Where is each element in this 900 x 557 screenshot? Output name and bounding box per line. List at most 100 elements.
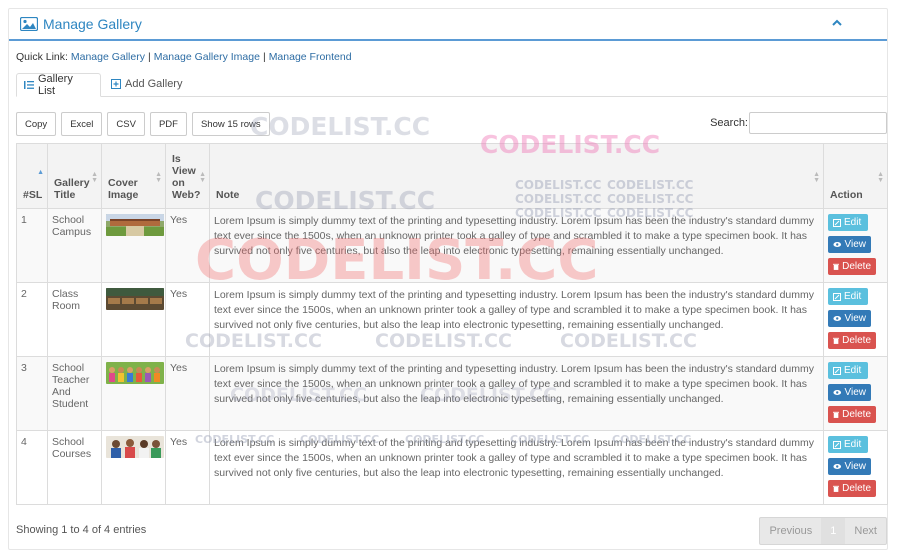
cell-cover xyxy=(101,430,166,505)
cell-view: Yes xyxy=(165,282,210,357)
tab-add-gallery[interactable]: Add Gallery xyxy=(104,73,189,95)
edit-icon xyxy=(833,440,841,449)
cover-image-campus xyxy=(106,214,164,236)
delete-button[interactable]: Delete xyxy=(828,258,876,275)
manage-gallery-panel: Manage Gallery Quick Link: Manage Galler… xyxy=(8,8,888,550)
copy-button[interactable]: Copy xyxy=(16,112,57,136)
panel-title: Manage Gallery xyxy=(43,16,142,32)
cell-title: Class Room xyxy=(47,282,102,357)
cell-note: Lorem Ipsum is simply dummy text of the … xyxy=(209,282,824,357)
cell-cover xyxy=(101,282,166,357)
cell-cover xyxy=(101,208,166,283)
quick-link-manage-frontend[interactable]: Manage Frontend xyxy=(269,51,352,63)
trash-icon xyxy=(833,337,840,344)
quick-link-separator: | xyxy=(262,51,266,63)
pdf-button[interactable]: PDF xyxy=(149,112,187,136)
quick-link-separator: | xyxy=(147,51,151,63)
cell-sl: 2 xyxy=(16,282,48,357)
cell-cover xyxy=(101,356,166,431)
previous-button[interactable]: Previous xyxy=(760,518,821,544)
eye-icon xyxy=(833,241,842,248)
cell-action: Edit View Delete xyxy=(823,208,888,283)
edit-button[interactable]: Edit xyxy=(828,288,868,305)
cell-note: Lorem Ipsum is simply dummy text of the … xyxy=(209,356,824,431)
gallery-table: #SL ▲ Gallery Title ▲ ▼ Cover Image ▲ ▼ Is Vi… xyxy=(16,143,888,505)
column-header-cover[interactable]: Cover Image ▲ ▼ xyxy=(101,143,166,209)
search-area: Search: xyxy=(710,112,887,134)
edit-button[interactable]: Edit xyxy=(828,362,868,379)
sort-asc-icon: ▲ xyxy=(37,169,44,176)
csv-button[interactable]: CSV xyxy=(107,112,145,136)
sort-icon: ▲ ▼ xyxy=(877,171,884,184)
column-header-view[interactable]: Is View on Web? ▲ ▼ xyxy=(165,143,210,209)
table-info: Showing 1 to 4 of 4 entries xyxy=(16,524,147,536)
eye-icon xyxy=(833,389,842,396)
view-button[interactable]: View xyxy=(828,458,871,475)
edit-button[interactable]: Edit xyxy=(828,214,868,231)
cell-view: Yes xyxy=(165,208,210,283)
tab-label: Add Gallery xyxy=(125,78,183,90)
cell-note: Lorem Ipsum is simply dummy text of the … xyxy=(209,208,824,283)
column-header-title[interactable]: Gallery Title ▲ ▼ xyxy=(47,143,102,209)
sort-icon: ▲ ▼ xyxy=(155,171,162,184)
tab-bar: Gallery List Add Gallery xyxy=(16,73,887,97)
trash-icon xyxy=(833,485,840,492)
quick-links: Quick Link: Manage Gallery | Manage Galler… xyxy=(16,51,352,63)
edit-icon xyxy=(833,366,841,375)
panel-header: Manage Gallery xyxy=(9,9,887,41)
next-button[interactable]: Next xyxy=(845,518,886,544)
page-button-1[interactable]: 1 xyxy=(821,518,846,544)
cover-image-classroom xyxy=(106,288,164,310)
chevron-up-icon[interactable] xyxy=(831,17,843,29)
trash-icon xyxy=(833,411,840,418)
cover-image-courses xyxy=(106,436,164,458)
cell-title: School Courses xyxy=(47,430,102,505)
image-icon xyxy=(20,17,38,31)
sort-icon: ▲ ▼ xyxy=(199,171,206,184)
quick-link-manage-gallery[interactable]: Manage Gallery xyxy=(71,51,145,63)
table-row: 3 School Teacher And Student Yes Lorem I… xyxy=(16,356,888,431)
trash-icon xyxy=(833,263,840,270)
sort-icon: ▲ ▼ xyxy=(91,171,98,184)
sort-icon: ▲ ▼ xyxy=(813,171,820,184)
table-header-row: #SL ▲ Gallery Title ▲ ▼ Cover Image ▲ ▼ Is Vi… xyxy=(16,143,888,209)
edit-icon xyxy=(833,292,841,301)
cell-action: Edit View Delete xyxy=(823,356,888,431)
cell-note: Lorem Ipsum is simply dummy text of the … xyxy=(209,430,824,505)
table-row: 2 Class Room Yes Lorem Ipsum is simply d… xyxy=(16,282,888,357)
cell-sl: 4 xyxy=(16,430,48,505)
quick-link-manage-gallery-image[interactable]: Manage Gallery Image xyxy=(154,51,260,63)
view-button[interactable]: View xyxy=(828,310,871,327)
eye-icon xyxy=(833,315,842,322)
edit-icon xyxy=(833,218,841,227)
delete-button[interactable]: Delete xyxy=(828,332,876,349)
search-label: Search: xyxy=(710,117,748,129)
cell-sl: 1 xyxy=(16,208,48,283)
export-buttons: Copy Excel CSV PDF Show 15 rows xyxy=(16,112,275,136)
cell-title: School Teacher And Student xyxy=(47,356,102,431)
tab-gallery-list[interactable]: Gallery List xyxy=(16,73,101,97)
show-rows-button[interactable]: Show 15 rows xyxy=(191,112,270,136)
plus-square-icon xyxy=(111,79,121,89)
cell-sl: 3 xyxy=(16,356,48,431)
edit-button[interactable]: Edit xyxy=(828,436,868,453)
search-input[interactable] xyxy=(749,112,887,134)
quick-link-label: Quick Link: xyxy=(16,51,68,63)
cover-image-teacher-student xyxy=(106,362,164,384)
cell-action: Edit View Delete xyxy=(823,282,888,357)
column-header-sl[interactable]: #SL ▲ xyxy=(16,143,48,209)
delete-button[interactable]: Delete xyxy=(828,480,876,497)
table-row: 1 School Campus Yes Lorem Ipsum is simpl… xyxy=(16,208,888,283)
table-row: 4 School Courses Yes Lorem Ipsum is simp… xyxy=(16,430,888,505)
cell-view: Yes xyxy=(165,430,210,505)
cell-title: School Campus xyxy=(47,208,102,283)
excel-button[interactable]: Excel xyxy=(61,112,103,136)
column-header-action[interactable]: Action ▲ ▼ xyxy=(823,143,888,209)
delete-button[interactable]: Delete xyxy=(828,406,876,423)
column-header-note[interactable]: Note ▲ ▼ xyxy=(209,143,824,209)
pagination: Previous 1 Next xyxy=(759,517,887,545)
eye-icon xyxy=(833,463,842,470)
list-icon xyxy=(24,81,34,89)
view-button[interactable]: View xyxy=(828,236,871,253)
view-button[interactable]: View xyxy=(828,384,871,401)
